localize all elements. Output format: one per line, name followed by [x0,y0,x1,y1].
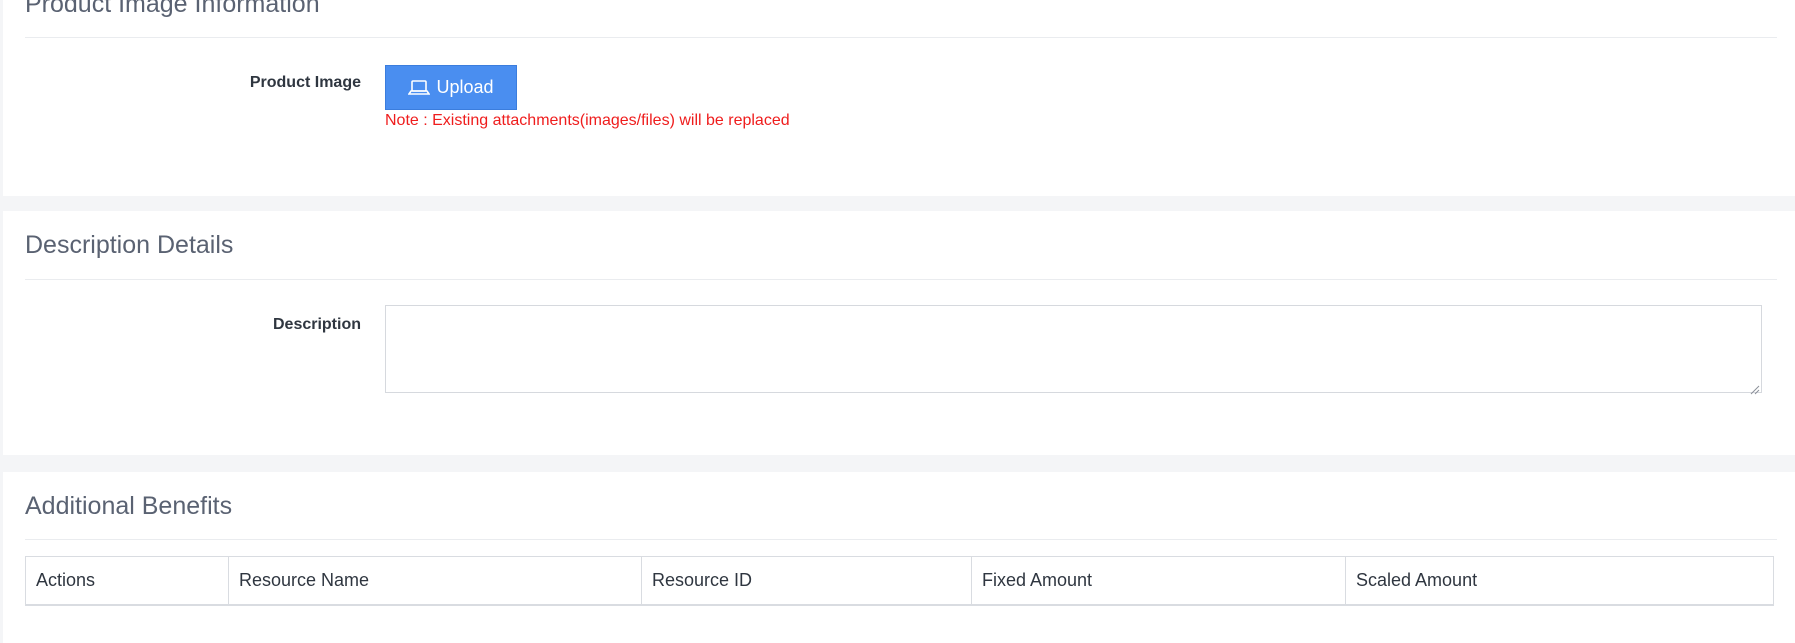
product-image-section-title: Product Image Information [25,0,320,18]
description-panel: Description Details Description [3,211,1795,455]
benefits-table: Actions Resource Name Resource ID Fixed … [25,556,1774,606]
column-header-resource-id: Resource ID [641,556,972,605]
upload-button[interactable]: Upload [385,65,517,110]
replace-warning-note: Note : Existing attachments(images/files… [385,112,790,129]
section-divider [25,539,1777,540]
upload-button-label: Upload [436,77,494,97]
description-section-title: Description Details [25,231,234,259]
product-image-panel: Product Image Information Product Image … [3,0,1795,196]
table-header-row: Actions Resource Name Resource ID Fixed … [25,556,1774,605]
product-image-label: Product Image [249,74,361,91]
additional-benefits-section-title: Additional Benefits [25,492,233,520]
laptop-icon [408,79,431,97]
column-header-scaled-amount: Scaled Amount [1345,556,1774,605]
column-header-resource-name: Resource Name [228,556,642,605]
section-divider [25,279,1777,280]
column-header-fixed-amount: Fixed Amount [971,556,1346,605]
column-header-actions: Actions [25,556,229,605]
description-label: Description [272,316,361,333]
description-textarea[interactable] [385,305,1762,393]
additional-benefits-panel: Additional Benefits Actions Resource Nam… [3,472,1795,643]
section-divider [25,37,1777,38]
resize-grip-icon[interactable] [1750,382,1760,395]
